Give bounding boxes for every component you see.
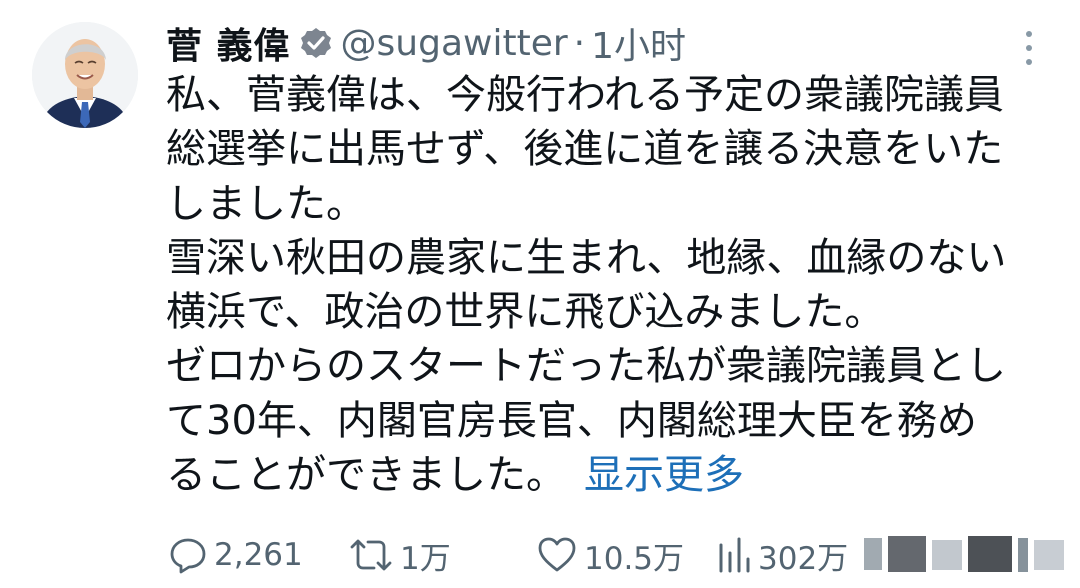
tweet-text: 私、菅義偉は、今般行われる予定の衆議院議員 総選挙に出馬せず、後進に道を譲る決意… [166,68,1046,502]
tweet-text-line: ることができました。 [166,452,566,499]
user-handle[interactable]: @sugawitter [341,23,568,64]
retweet-icon [350,539,392,571]
like-count: 10.5万 [584,540,685,577]
avatar-image [32,22,138,128]
tweet-text-line: 私、菅義偉は、今般行われる予定の衆議院議員 [166,72,1004,118]
more-vertical-icon[interactable] [1022,28,1036,68]
separator-dot: · [573,22,586,64]
views-count: 302万 [758,540,849,577]
display-name[interactable]: 菅 義偉 [166,17,291,69]
reply-icon [170,538,206,574]
show-more-link[interactable]: 显示更多 [584,452,744,498]
reply-count: 2,261 [214,537,303,573]
tweet-text-line: 横浜で、政治の世界に飛び込みました。 [166,289,885,336]
tweet-text-line: しました。 [166,180,366,227]
tweet-text-line: ゼロからのスタートだった私が衆議院議員とし [166,343,1006,390]
tweet-text-line: 雪深い秋田の農家に生まれ、地縁、血縁のない [166,234,1007,281]
tweet-card: 菅 義偉 @sugawitter · 1小时 私、菅義偉は、今般行われる予定の衆… [0,0,1080,588]
verified-badge-icon [299,26,333,60]
like-icon [538,537,576,572]
timestamp[interactable]: 1小时 [591,17,686,69]
like-button[interactable]: 10.5万 [536,530,684,580]
tweet-text-last-line: ることができました。 显示更多 [166,448,1046,502]
watermark-overlay [860,530,1070,580]
tweet-header: 菅 義偉 @sugawitter · 1小时 [166,18,686,68]
reply-button[interactable]: 2,261 [168,530,303,580]
views-button[interactable]: 302万 [716,530,848,580]
retweet-count: 1万 [400,540,451,577]
retweet-button[interactable]: 1万 [348,530,451,580]
tweet-text-line: て30年、内閣官房長官、内閣総理大臣を務め [166,397,977,444]
avatar[interactable] [32,22,138,128]
tweet-text-line: 総選挙に出馬せず、後進に道を譲る決意をいた [166,126,1004,173]
views-icon [719,537,750,573]
